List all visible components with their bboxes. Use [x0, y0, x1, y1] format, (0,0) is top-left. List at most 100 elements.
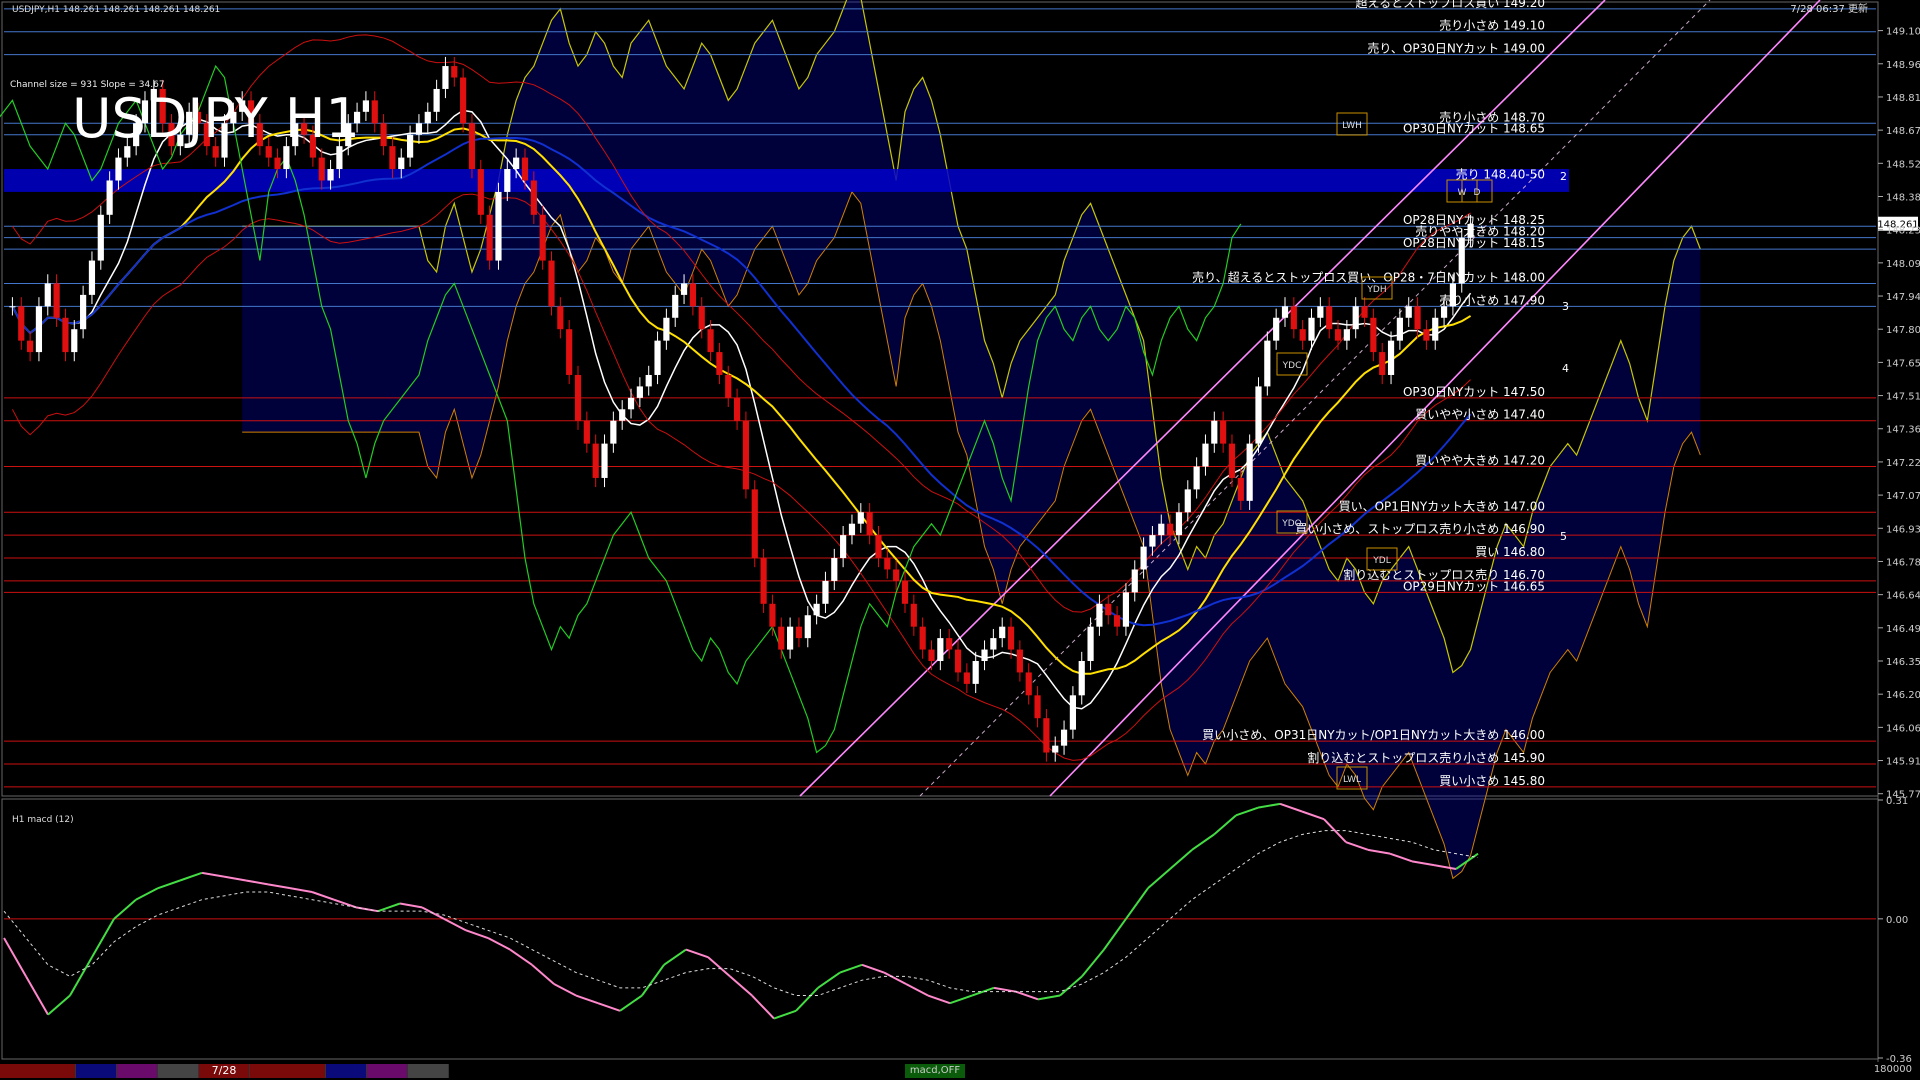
wave-label: 5 — [1560, 530, 1567, 543]
macd-toggle[interactable]: macd,OFF — [905, 1064, 965, 1078]
tab-segment[interactable] — [158, 1064, 199, 1078]
candle-body — [1193, 466, 1200, 490]
level-label: 買い、OP1日NYカット大きめ 147.00 — [1339, 499, 1545, 513]
chart-title: USDJPY H1 — [72, 87, 360, 150]
candle-body — [963, 672, 970, 684]
candle-body — [548, 260, 555, 307]
y-tick-label: 148.235 — [1886, 226, 1920, 237]
candle-body — [371, 100, 378, 124]
candle-body — [937, 638, 944, 661]
macd-segment — [443, 917, 467, 932]
candle-body — [990, 638, 997, 650]
candle-body — [981, 649, 988, 661]
macd-y-tick-label: 0.31 — [1886, 796, 1908, 807]
candle-body — [1432, 317, 1439, 341]
candle-body — [778, 626, 785, 650]
candle-body — [80, 294, 87, 330]
candle-body — [716, 352, 723, 375]
macd-segment — [69, 956, 93, 997]
y-tick-label: 147.945 — [1886, 292, 1920, 303]
candle-body — [9, 306, 16, 308]
tab-segment[interactable] — [0, 1064, 76, 1078]
y-tick-label: 145.915 — [1886, 757, 1920, 768]
y-tick-label: 148.815 — [1886, 93, 1920, 104]
candle-body — [698, 306, 705, 330]
candle-body — [1361, 306, 1368, 318]
candle-body — [486, 214, 493, 261]
macd-segment — [333, 898, 357, 909]
candle-body — [1440, 306, 1448, 318]
macd-pane-border — [1, 798, 1879, 1060]
macd-segment — [289, 887, 313, 893]
macd-title: H1 macd (12) — [12, 815, 74, 825]
candle-body — [1308, 317, 1315, 341]
candle-body — [857, 512, 864, 524]
tab-segment[interactable] — [408, 1064, 449, 1078]
macd-segment — [1389, 852, 1413, 863]
level-label: 買い小さめ、ストップロス売り小さめ 146.90 — [1295, 521, 1545, 536]
marker-label: YDH — [1366, 285, 1386, 295]
candle-body — [1255, 386, 1262, 444]
sell-band-rect — [4, 169, 1569, 192]
candle-body — [893, 569, 900, 581]
candle-body — [495, 191, 502, 261]
candle-body — [504, 169, 511, 192]
macd-segment — [641, 964, 665, 997]
y-tick-label: 147.655 — [1886, 358, 1920, 369]
candle-body — [115, 157, 122, 181]
tab-segment[interactable] — [76, 1064, 117, 1078]
macd-segment — [1301, 810, 1325, 821]
candle-body — [645, 374, 652, 387]
tab-segment[interactable] — [250, 1064, 326, 1078]
candle-body — [672, 294, 679, 318]
candle-body — [804, 615, 811, 639]
candle-body — [451, 66, 458, 78]
level-label: 買いやや小さめ 147.40 — [1415, 408, 1545, 422]
tab-date[interactable]: 7/28 — [199, 1064, 250, 1078]
marker-label: YDC — [1282, 361, 1302, 371]
candle-body — [1370, 317, 1377, 353]
macd-y-tick-label: -0.36 — [1886, 1054, 1912, 1062]
macd-segment — [1257, 802, 1281, 809]
candle-body — [1281, 306, 1289, 318]
sell-zone-band — [4, 169, 1569, 192]
candle-body — [71, 329, 78, 353]
candle-body — [919, 626, 926, 650]
macd-segment — [707, 956, 731, 978]
candle-body — [875, 535, 882, 559]
candle-body — [751, 489, 758, 559]
macd-segment — [135, 887, 159, 901]
price-chart[interactable]: 超えるとストップロス買い 149.20 売り小さめ 149.10 売り、OP30日N… — [0, 0, 1920, 1062]
tab-segment[interactable] — [117, 1064, 158, 1078]
candle-body — [742, 420, 750, 490]
level-label: 買い小さめ、OP31日NYカット/OP1日NYカット大きめ 146.00 — [1202, 728, 1545, 742]
y-tick-label: 146.930 — [1886, 524, 1920, 535]
y-tick-label: 146.640 — [1886, 591, 1920, 602]
candle-body — [380, 123, 387, 147]
price-axis: 149.105 148.960 148.815 148.670 148.525 148.3… — [1878, 27, 1920, 801]
candle-body — [813, 603, 820, 616]
tab-segment[interactable] — [326, 1064, 367, 1078]
tab-segment[interactable] — [367, 1064, 408, 1078]
candle-body — [1334, 329, 1342, 341]
macd-segment — [25, 975, 49, 1016]
candle-body — [35, 306, 43, 353]
level-label: 買い小さめ 145.80 — [1439, 774, 1545, 788]
candle-body — [1087, 626, 1094, 661]
wave-label: 4 — [1562, 362, 1569, 375]
y-tick-label: 149.105 — [1886, 27, 1920, 38]
marker-label: YDL — [1372, 556, 1390, 566]
candle-body — [928, 649, 935, 661]
period-tabs: 7/28 macd,OFF 180000 — [0, 1062, 1920, 1080]
candle-body — [1060, 729, 1068, 746]
candle-body — [1379, 352, 1386, 375]
macd-segment — [1213, 814, 1237, 836]
macd-segment — [993, 986, 1017, 993]
candle-body — [840, 535, 847, 559]
macd-segment — [223, 875, 247, 882]
macd-segment — [509, 948, 533, 966]
candle-body — [592, 443, 599, 478]
candle-body — [831, 558, 838, 581]
candle-body — [442, 66, 449, 89]
candle-body — [424, 111, 431, 124]
